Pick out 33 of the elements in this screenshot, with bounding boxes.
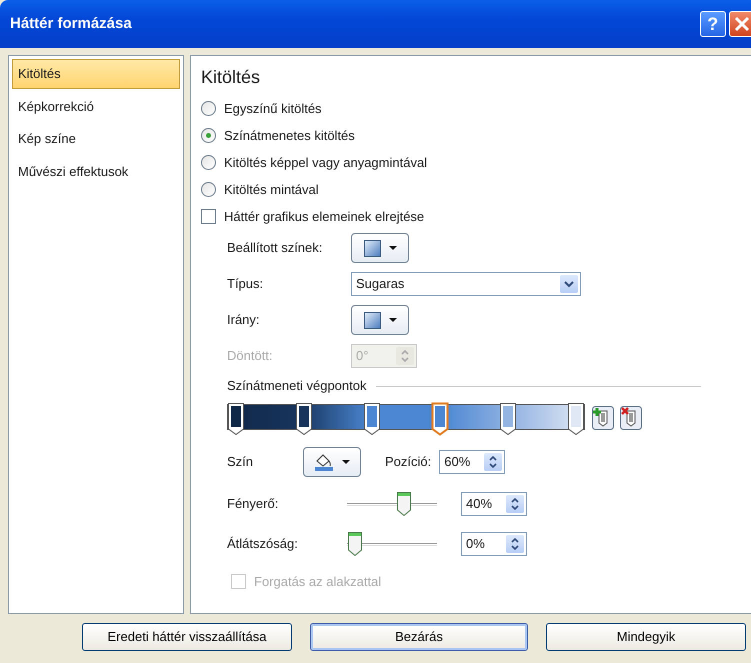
sidebar-item[interactable]: Képkorrekció (12, 92, 180, 121)
spinner-value: 60% (444, 453, 470, 472)
checkbox-label: Háttér grafikus elemeinek elrejtése (224, 208, 424, 226)
field-label: Átlátszóság: (227, 535, 299, 554)
checkbox-label: Forgatás az alakzattal (254, 572, 382, 591)
field-label: Pozíció: (385, 453, 432, 472)
sidebar-item[interactable]: Kép színe (12, 124, 180, 154)
position-spinner[interactable]: 60% (439, 450, 506, 474)
dialog-button[interactable]: Bezárás (310, 623, 528, 651)
dialog-button[interactable]: Eredeti háttér visszaállítása (82, 623, 292, 651)
radio-label: Színátmenetes kitöltés (224, 126, 355, 145)
window-title: Háttér formázása (10, 14, 132, 34)
field-label: Döntött: (227, 347, 274, 366)
radio-label: Egyszínű kitöltés (224, 100, 322, 118)
field-label: Típus: (227, 275, 264, 294)
sidebar-item[interactable]: Művészi effektusok (12, 156, 180, 186)
field-label: Fényerő: (227, 495, 280, 514)
field-label: Szín (227, 453, 254, 472)
type-dropdown[interactable]: Sugaras (351, 272, 581, 296)
field-label: Irány: (227, 311, 261, 330)
dialog-button[interactable]: Mindegyik (546, 623, 746, 651)
spinner-value: 40% (466, 495, 492, 514)
section-label: Színátmeneti végpontok (227, 377, 366, 396)
percent-spinner[interactable]: 0% (461, 532, 527, 556)
radio-label: Kitöltés mintával (224, 180, 319, 199)
spinner-value: 0° (356, 347, 368, 366)
field-label: Beállított színek: (227, 239, 324, 258)
section-heading: Kitöltés (201, 66, 262, 89)
percent-spinner[interactable]: 40% (461, 492, 527, 516)
radio-label: Kitöltés képpel vagy anyagmintával (224, 154, 428, 172)
dropdown-value: Sugaras (356, 275, 404, 294)
spinner-value: 0% (466, 535, 485, 554)
sidebar-item[interactable]: Kitöltés (12, 59, 180, 88)
